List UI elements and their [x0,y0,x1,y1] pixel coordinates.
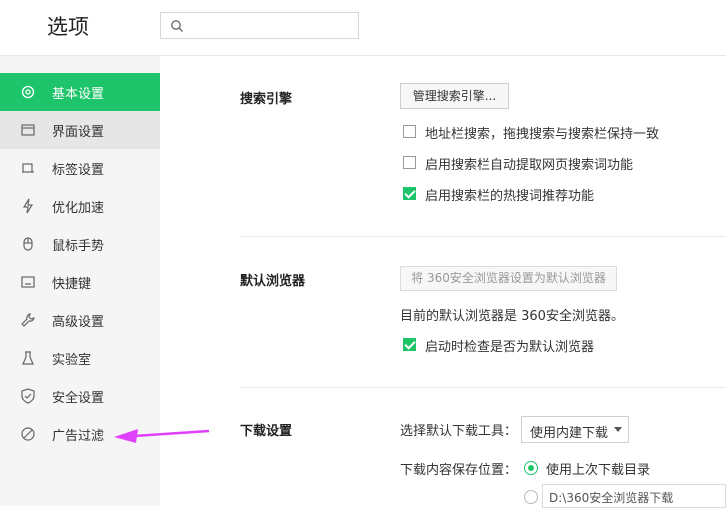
sidebar-item-ui-settings[interactable]: 界面设置 [0,111,160,149]
shield-icon [21,388,35,404]
last-dir-radio[interactable] [524,461,538,475]
lightning-icon [22,198,34,214]
sidebar-item-label: 基本设置 [52,87,105,102]
sidebar-item-basic-settings[interactable]: 基本设置 [0,73,160,111]
download-path-input[interactable]: D:\360安全浏览器下载 [542,484,726,508]
sidebar-item-label: 快捷键 [52,277,92,292]
wrench-icon [21,313,35,327]
flask-icon [22,351,34,365]
manage-search-engines-button[interactable]: 管理搜索引擎... [400,83,509,109]
check-default-checkbox[interactable] [403,338,416,351]
block-icon [21,427,35,441]
sidebar-item-advanced[interactable]: 高级设置 [0,301,160,339]
sidebar-item-label: 界面设置 [52,125,105,140]
search-sync-checkbox[interactable] [403,125,416,138]
default-browser-label: 默认浏览器 [240,274,306,289]
sidebar-item-lab[interactable]: 实验室 [0,339,160,377]
sidebar-item-label: 优化加速 [52,201,105,216]
sidebar-item-tab-settings[interactable]: 标签设置 [0,149,160,187]
annotation-arrow-icon [114,429,210,443]
sidebar-item-mouse-gesture[interactable]: 鼠标手势 [0,225,160,263]
chevron-down-icon [614,427,622,432]
sidebar-item-security[interactable]: 安全设置 [0,377,160,415]
download-settings-label: 下载设置 [240,424,293,439]
download-location-label: 下载内容保存位置： [400,463,518,478]
hot-words-label: 启用搜索栏的热搜词推荐功能 [425,189,595,204]
auto-extract-label: 启用搜索栏自动提取网页搜索词功能 [425,158,634,173]
sidebar-item-label: 标签设置 [52,163,105,178]
search-icon [171,20,183,32]
sidebar-item-optimize[interactable]: 优化加速 [0,187,160,225]
sidebar-item-label: 鼠标手势 [52,239,105,254]
mouse-icon [23,237,33,251]
header-bar: 选项 [0,0,726,56]
section-divider [240,387,726,388]
sidebar-item-label: 广告过滤 [52,429,105,444]
check-default-label: 启动时检查是否为默认浏览器 [425,340,595,355]
search-sync-label: 地址栏搜索，拖拽搜索与搜索栏保持一致 [425,127,660,142]
hot-words-checkbox[interactable] [403,187,416,200]
window-icon [21,124,35,136]
tab-icon [22,163,34,173]
download-tool-label: 选择默认下载工具： [400,424,518,439]
auto-extract-checkbox[interactable] [403,156,416,169]
page-title: 选项 [47,15,89,39]
download-tool-select[interactable]: 使用内建下载 [521,416,629,443]
section-divider [240,236,726,237]
gear-icon [21,85,35,99]
sidebar-item-label: 高级设置 [52,315,105,330]
custom-dir-radio[interactable] [524,490,538,504]
last-dir-label: 使用上次下载目录 [546,463,651,478]
default-browser-status: 目前的默认浏览器是 360安全浏览器。 [400,309,624,324]
sidebar-item-label: 实验室 [52,353,92,368]
keyboard-icon [21,276,35,288]
sidebar-item-shortcuts[interactable]: 快捷键 [0,263,160,301]
set-default-browser-button[interactable]: 将 360安全浏览器设置为默认浏览器 [400,266,617,291]
search-input[interactable] [160,12,359,39]
download-tool-value: 使用内建下载 [530,426,609,441]
search-engine-label: 搜索引擎 [240,92,293,107]
sidebar-item-label: 安全设置 [52,391,105,406]
